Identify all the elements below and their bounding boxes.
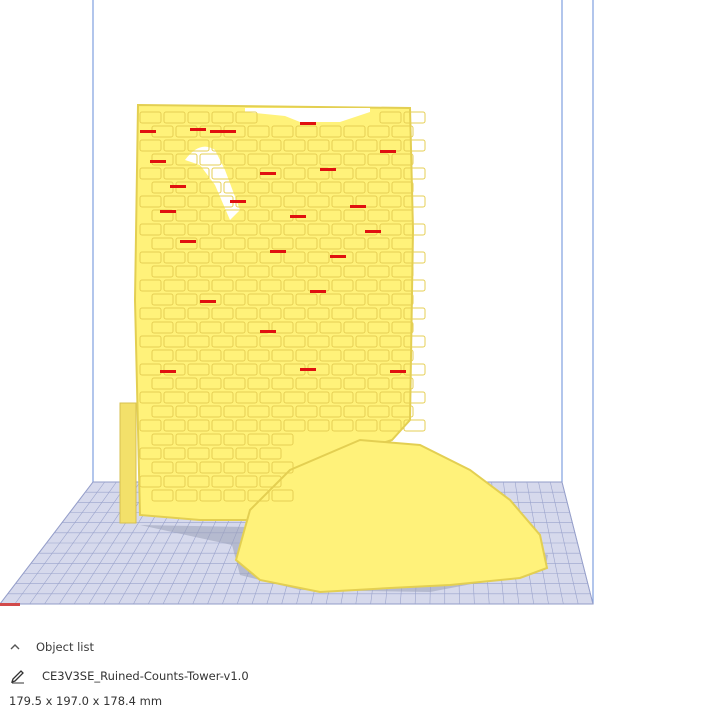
object-list-panel: Object list CE3V3SE_Ruined-Counts-Tower-… xyxy=(0,625,722,713)
3d-viewport[interactable] xyxy=(0,0,722,625)
overhang-mark xyxy=(170,185,186,188)
overhang-mark xyxy=(350,205,366,208)
overhang-mark xyxy=(260,172,276,175)
overhang-mark xyxy=(150,160,166,163)
object-list-item[interactable]: CE3V3SE_Ruined-Counts-Tower-v1.0 xyxy=(10,666,249,686)
overhang-mark xyxy=(230,200,246,203)
overhang-mark xyxy=(300,122,316,125)
overhang-mark xyxy=(140,130,156,133)
axis-marker xyxy=(0,603,20,606)
overhang-mark xyxy=(270,250,286,253)
overhang-mark xyxy=(160,210,176,213)
overhang-mark xyxy=(320,168,336,171)
overhang-mark xyxy=(160,370,176,373)
overhang-mark xyxy=(380,150,396,153)
overhang-mark xyxy=(180,240,196,243)
overhang-mark xyxy=(365,230,381,233)
overhang-mark xyxy=(390,370,406,373)
overhang-mark xyxy=(260,330,276,333)
object-list-title: Object list xyxy=(36,640,94,654)
pencil-icon[interactable] xyxy=(10,668,26,684)
overhang-mark xyxy=(330,255,346,258)
object-name: CE3V3SE_Ruined-Counts-Tower-v1.0 xyxy=(42,669,249,683)
overhang-mark xyxy=(300,368,316,371)
chevron-up-icon xyxy=(10,644,20,650)
overhang-mark xyxy=(310,290,326,293)
overhang-mark xyxy=(290,215,306,218)
build-volume-scene[interactable] xyxy=(0,0,722,625)
tower-model[interactable] xyxy=(119,103,549,594)
object-list-toggle[interactable]: Object list xyxy=(8,637,94,657)
object-dimensions: 179.5 x 197.0 x 178.4 mm xyxy=(9,694,163,708)
overhang-mark xyxy=(190,128,206,131)
overhang-mark xyxy=(210,130,226,133)
overhang-mark xyxy=(200,300,216,303)
